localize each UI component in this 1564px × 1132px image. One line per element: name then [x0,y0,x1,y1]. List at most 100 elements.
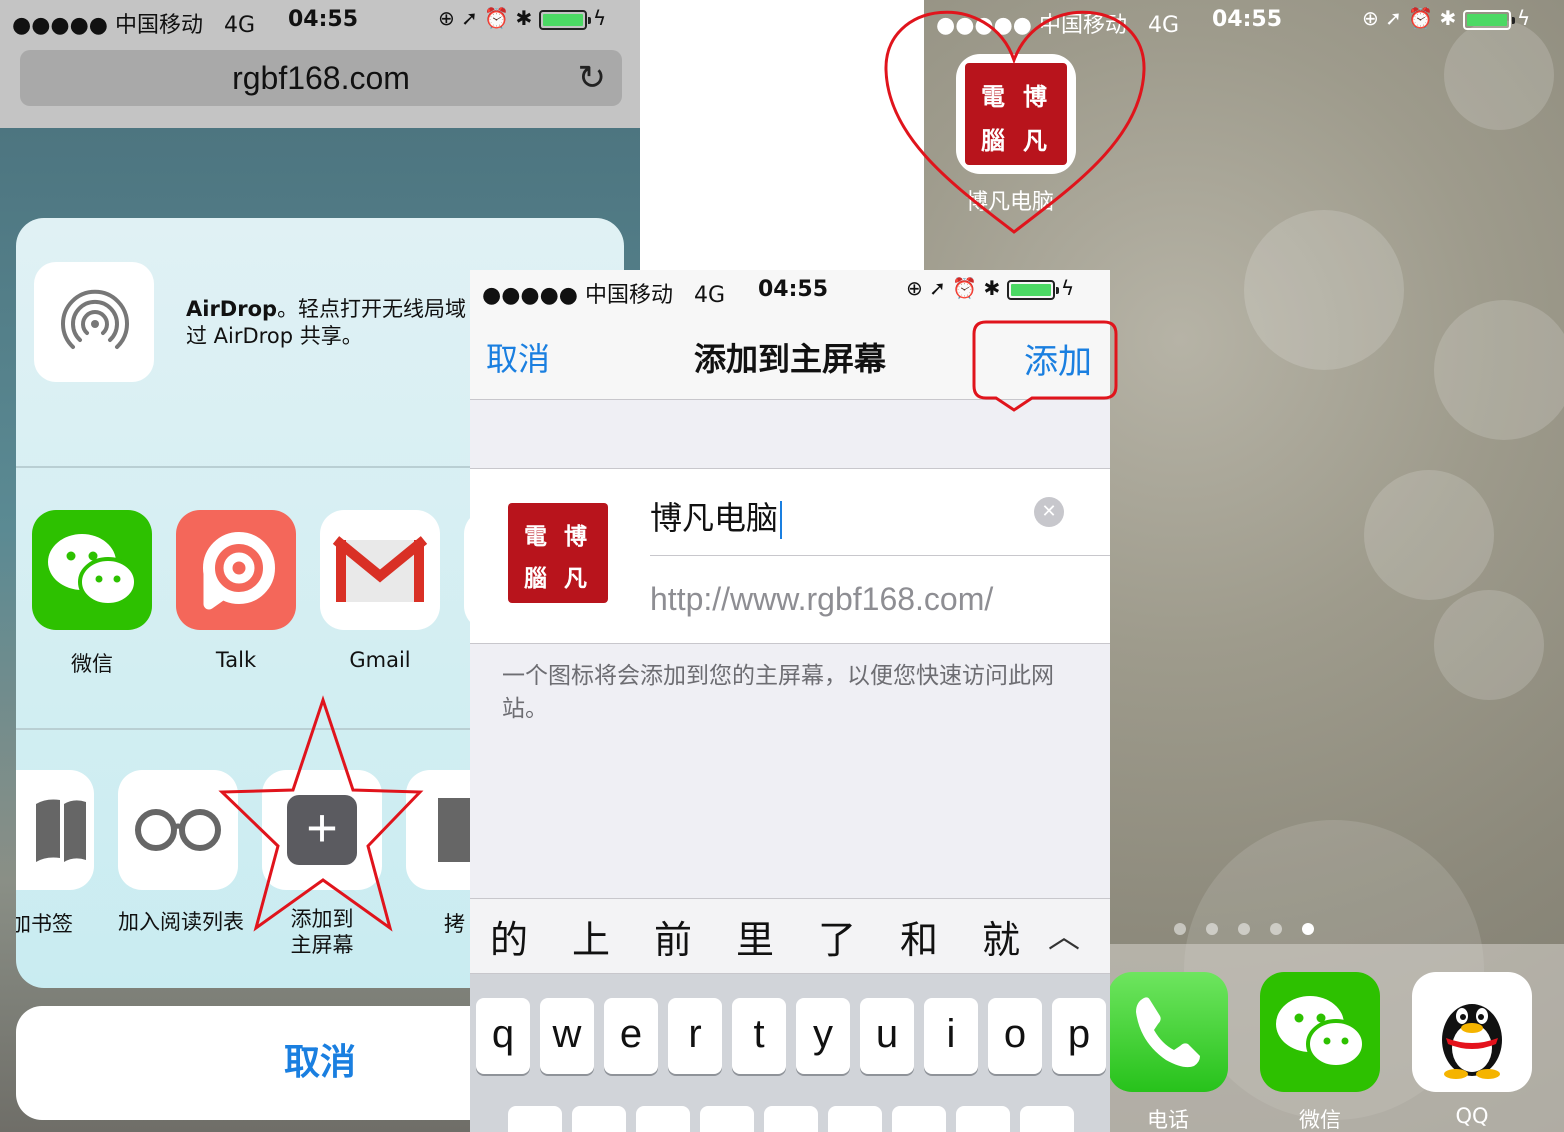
time-label: 04:55 [758,277,829,302]
app-label: Talk [215,648,257,672]
dock-app-qq[interactable]: QQ [1412,972,1532,1128]
carrier-label: ●●●●● 中国移动 4G [482,283,726,308]
add-to-home-panel: ●●●●● 中国移动 4G 04:55 ⊕ ➚ ⏰ ✱ ϟ 添加到主屏幕 取消 … [470,270,1110,1132]
key[interactable]: p [1052,998,1106,1074]
app-label: 微信 [71,652,113,676]
app-label: Gmail [349,648,411,672]
key[interactable] [764,1106,818,1132]
dock-app-phone[interactable]: 电话 [1108,972,1228,1132]
talk-icon [176,510,296,630]
key[interactable] [572,1106,626,1132]
keyboard: q w e r t y u i o p [470,974,1110,1132]
key[interactable] [892,1106,946,1132]
candidate-word[interactable]: 前 [654,909,692,964]
key[interactable] [636,1106,690,1132]
status-icons: ⊕ ➚ ⏰ ✱ ϟ [1362,6,1531,30]
glasses-icon [118,770,238,890]
wallpaper-bokeh [1244,210,1404,370]
carrier-label: ●●●●● 中国移动 4G [936,13,1180,38]
key[interactable]: w [540,998,594,1074]
home-app-bofan[interactable]: 電 博 腦 凡 [956,54,1076,174]
candidate-word[interactable]: 的 [490,909,528,964]
description-text: 一个图标将会添加到您的主屏幕，以便您快速访问此网站。 [502,663,1054,722]
action-add-to-home[interactable]: + 添加到 主屏幕 [262,770,382,958]
divider [650,555,1110,556]
page-dot [1206,923,1218,935]
address-bar[interactable]: rgbf168.com ↻ [20,50,622,106]
candidate-word[interactable]: 了 [818,909,856,964]
action-bookmark[interactable] [16,770,94,890]
status-icons: ⊕ ➚ ⏰ ✱ ϟ [438,6,607,30]
key[interactable]: i [924,998,978,1074]
url-label: http://www.rgbf168.com/ [650,581,994,617]
url-text: rgbf168.com [232,60,410,96]
wechat-icon [32,510,152,630]
clear-icon[interactable]: ✕ [1034,497,1064,527]
key[interactable] [508,1106,562,1132]
add-button[interactable]: 添加 [1024,334,1092,383]
qq-penguin-icon [1412,972,1532,1092]
wallpaper-bokeh [1364,470,1494,600]
add-icon: + [262,770,382,890]
page-dot [1174,923,1186,935]
book-icon [36,799,86,862]
time-label: 04:55 [288,7,359,32]
airdrop-icon [61,289,129,349]
page-dot [1238,923,1250,935]
key[interactable]: r [668,998,722,1074]
dock-label: 电话 [1147,1108,1189,1132]
wechat-icon [1260,972,1380,1092]
share-app-wechat[interactable]: 微信 [32,510,152,678]
key[interactable]: y [796,998,850,1074]
status-icons: ⊕ ➚ ⏰ ✱ ϟ [906,276,1075,300]
key[interactable]: u [860,998,914,1074]
page-indicator[interactable] [1174,920,1334,939]
seal-logo-icon: 電 博 腦 凡 [965,63,1067,165]
home-app-label: 博凡电脑 [966,190,1055,215]
candidate-word[interactable]: 上 [572,909,610,964]
battery-icon [538,9,591,30]
airdrop-button[interactable] [34,262,154,382]
key[interactable] [828,1106,882,1132]
action-reading-list[interactable]: 加入阅读列表 [118,770,244,936]
phone-icon [1108,972,1228,1092]
key[interactable]: t [732,998,786,1074]
page-dot [1270,923,1282,935]
wallpaper-bokeh [1434,590,1544,700]
status-bar: ●●●●● 中国移动 4G 04:55 ⊕ ➚ ⏰ ✱ ϟ [0,0,640,40]
key[interactable] [700,1106,754,1132]
carrier-label: ●●●●● 中国移动 4G [12,13,256,38]
cancel-button[interactable]: 取消 [486,334,550,380]
dock-label: QQ [1455,1104,1489,1128]
action-label: 加入阅读列表 [118,910,244,934]
candidate-word[interactable]: 和 [900,909,938,964]
status-bar: ●●●●● 中国移动 4G 04:55 ⊕ ➚ ⏰ ✱ ϟ [924,0,1564,40]
battery-icon [1006,279,1059,300]
candidate-word[interactable]: 里 [736,909,774,964]
share-app-talk[interactable]: Talk [176,510,296,672]
web-clip-card: 電 博 腦 凡 博凡电脑 ✕ http://www.rgbf168.com/ [470,468,1110,644]
dock-label: 微信 [1299,1108,1341,1132]
action-label: 拷 [444,912,465,936]
key[interactable] [956,1106,1010,1132]
candidate-bar: 的 上 前 里 了 和 就 ︿ [470,898,1110,974]
battery-icon [1462,9,1515,30]
key[interactable] [1020,1106,1074,1132]
action-label: 添加到 主屏幕 [290,907,354,957]
dock-app-wechat[interactable]: 微信 [1260,972,1380,1132]
key[interactable]: q [476,998,530,1074]
key[interactable]: e [604,998,658,1074]
status-bar: ●●●●● 中国移动 4G 04:55 ⊕ ➚ ⏰ ✱ ϟ [470,270,1110,310]
reload-icon[interactable]: ↻ [578,50,607,106]
nav-bar: 添加到主屏幕 取消 添加 [470,310,1110,400]
time-label: 04:55 [1212,7,1283,32]
key[interactable]: o [988,998,1042,1074]
seal-logo-icon: 電 博 腦 凡 [508,503,608,603]
candidate-word[interactable]: 就 [982,909,1020,964]
expand-chevron-icon[interactable]: ︿ [1048,911,1080,957]
share-app-gmail[interactable]: Gmail [320,510,440,672]
name-field[interactable]: 博凡电脑 [650,493,783,539]
gmail-icon [320,510,440,630]
wallpaper-bokeh [1434,300,1564,440]
page-dot-current [1302,923,1314,935]
